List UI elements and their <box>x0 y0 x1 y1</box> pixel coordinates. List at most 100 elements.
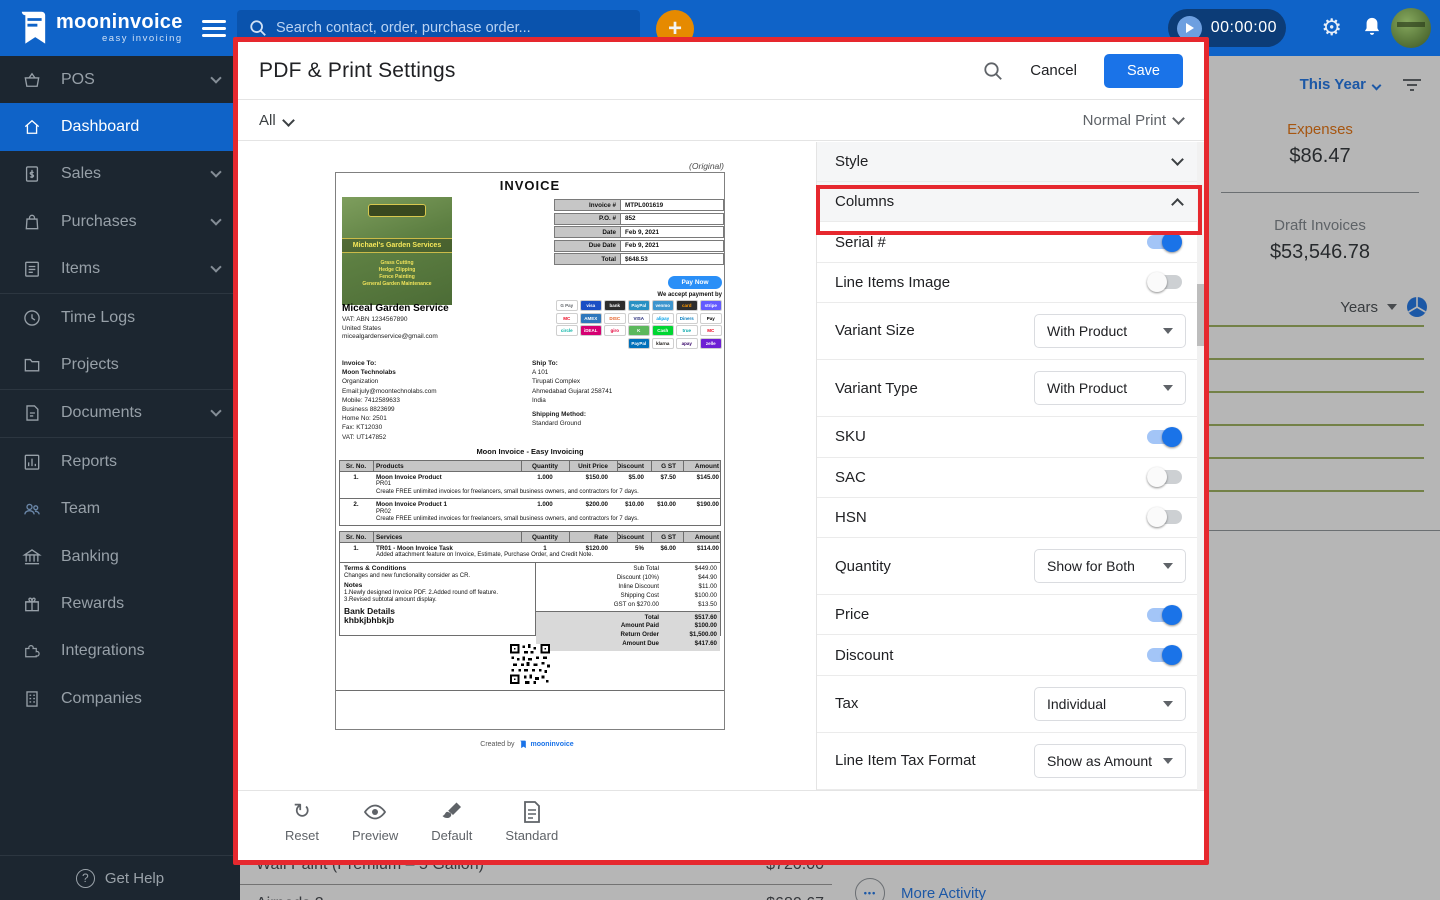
section-columns[interactable]: Columns <box>817 182 1204 222</box>
brush-icon <box>441 800 463 824</box>
team-people-icon <box>22 499 42 519</box>
caret-down-icon <box>1163 385 1173 391</box>
pdf-print-settings-modal: PDF & Print Settings Cancel Save All Nor… <box>233 37 1209 865</box>
shopping-bag-icon <box>22 212 42 232</box>
sidebar-item-projects[interactable]: Projects <box>0 341 240 388</box>
get-help-button[interactable]: ? Get Help <box>0 855 240 900</box>
sidebar-item-items[interactable]: Items <box>0 246 240 293</box>
tax-select[interactable]: Individual <box>1034 687 1186 721</box>
variant-type-select[interactable]: With Product <box>1034 371 1186 405</box>
building-icon <box>22 689 42 709</box>
search-icon <box>249 19 267 37</box>
chevron-down-icon <box>210 72 221 83</box>
sidebar-item-label: Banking <box>61 548 119 566</box>
standard-button[interactable]: Standard <box>505 800 558 860</box>
sidebar-item-pos[interactable]: POS <box>0 56 240 103</box>
brand-tagline: easy invoicing <box>56 33 183 44</box>
sidebar-item-documents[interactable]: Documents <box>0 390 240 437</box>
pos-basket-icon <box>22 70 42 90</box>
chevron-down-icon <box>210 167 221 178</box>
payment-method-diners-club-icon: Diners <box>676 313 699 324</box>
filter-all-dropdown[interactable]: All <box>259 112 293 129</box>
invoice-meta-table: Invoice #MTPL001619 P.O. #852 DateFeb 9,… <box>554 199 724 267</box>
caret-down-icon <box>1163 563 1173 569</box>
section-style[interactable]: Style <box>817 142 1204 182</box>
line-item-tax-format-select[interactable]: Show as Amount <box>1034 744 1186 778</box>
payment-method-ideal-icon: iDEAL <box>580 325 603 336</box>
document-icon <box>523 800 541 824</box>
sidebar-item-label: Purchases <box>61 213 137 231</box>
payment-methods-grid: G PayvisabankPayPalvenmocardstripeMCAMEX… <box>548 300 722 349</box>
sidebar-item-purchases[interactable]: Purchases <box>0 198 240 245</box>
sidebar-item-label: Sales <box>61 165 101 183</box>
setting-serial: Serial # <box>817 222 1204 262</box>
sac-toggle[interactable] <box>1147 470 1182 484</box>
setting-variant-size: Variant Size With Product <box>817 303 1204 360</box>
setting-hsn: HSN <box>817 498 1204 538</box>
payment-method-discover-icon: DISC <box>604 313 627 324</box>
document-icon <box>22 403 42 423</box>
puzzle-icon <box>22 641 42 661</box>
brush-button[interactable]: Default <box>431 800 472 860</box>
modal-title: PDF & Print Settings <box>259 59 456 83</box>
print-mode-dropdown[interactable]: Normal Print <box>1083 112 1183 129</box>
search-icon[interactable] <box>983 61 1003 81</box>
reset-button[interactable]: ↻ Reset <box>285 800 319 860</box>
payment-method-apple-pay-icon: Pay <box>700 313 723 324</box>
sidebar-item-banking[interactable]: Banking <box>0 533 240 580</box>
payment-method-stripe-icon: stripe <box>700 300 723 311</box>
sidebar-item-reports[interactable]: Reports <box>0 438 240 485</box>
sidebar-item-integrations[interactable]: Integrations <box>0 628 240 675</box>
quantity-select[interactable]: Show for Both <box>1034 549 1186 583</box>
product-row: 1. Moon Invoice Product PR01 Create FREE… <box>339 472 721 499</box>
chevron-down-icon <box>210 262 221 273</box>
modal-footer: ↻ Reset Preview Default Standard <box>238 790 1204 860</box>
bank-icon <box>22 547 42 567</box>
chevron-down-icon <box>1172 112 1185 125</box>
invoice-to-block: Invoice To: Moon Technolabs Organization… <box>342 359 437 442</box>
pay-now-button[interactable]: Pay Now <box>668 276 722 289</box>
modal-header: PDF & Print Settings Cancel Save <box>238 42 1204 100</box>
sidebar-item-label: Team <box>61 500 100 518</box>
eye-icon <box>363 800 387 824</box>
sku-toggle[interactable] <box>1147 430 1182 444</box>
preview-button[interactable]: Preview <box>352 800 398 860</box>
caret-down-icon <box>1163 758 1173 764</box>
settings-panel: Style Columns Serial # Line Items Image … <box>816 142 1204 790</box>
user-avatar[interactable] <box>1391 8 1431 48</box>
sales-receipt-icon <box>22 164 42 184</box>
setting-price: Price <box>817 595 1204 635</box>
discount-toggle[interactable] <box>1147 648 1182 662</box>
service-row: 1. TR01 - Moon Invoice Task Added attach… <box>339 543 721 563</box>
app-root: mooninvoice easy invoicing + 00:00:00 ⚙ … <box>0 0 1440 900</box>
invoice-center-tagline: Moon Invoice - Easy Invoicing <box>336 447 724 456</box>
scrollbar-thumb[interactable] <box>1197 284 1204 346</box>
accept-payment-line: We accept payment by <box>657 292 722 298</box>
sidebar-item-sales[interactable]: Sales <box>0 151 240 198</box>
serial-toggle[interactable] <box>1147 235 1182 249</box>
cancel-button[interactable]: Cancel <box>1030 62 1077 79</box>
sidebar-item-time-logs[interactable]: Time Logs <box>0 294 240 341</box>
price-toggle[interactable] <box>1147 608 1182 622</box>
chevron-down-icon <box>210 406 221 417</box>
qr-code <box>510 644 550 684</box>
setting-sac: SAC <box>817 458 1204 498</box>
sidebar-item-label: Companies <box>61 690 142 708</box>
original-watermark: (Original) <box>689 161 724 171</box>
line-items-image-toggle[interactable] <box>1147 275 1182 289</box>
chevron-down-icon <box>282 114 295 127</box>
modal-body: (Original) INVOICE Michael's Garden Serv… <box>238 142 1204 790</box>
save-button[interactable]: Save <box>1104 54 1183 88</box>
sidebar-item-companies[interactable]: Companies <box>0 675 240 722</box>
hamburger-menu-icon[interactable] <box>202 20 226 37</box>
notifications-bell-icon[interactable] <box>1362 16 1382 38</box>
seller-details: Miceal Garden Service VAT: ABN 123456789… <box>342 305 449 342</box>
panel-scrollbar <box>1197 142 1204 790</box>
hsn-toggle[interactable] <box>1147 510 1182 524</box>
sidebar-item-rewards[interactable]: Rewards <box>0 580 240 627</box>
sidebar-item-team[interactable]: Team <box>0 486 240 533</box>
sidebar-item-dashboard[interactable]: Dashboard <box>0 103 240 150</box>
variant-size-select[interactable]: With Product <box>1034 314 1186 348</box>
search-input[interactable] <box>276 20 628 36</box>
settings-gear-icon[interactable]: ⚙ <box>1321 13 1342 41</box>
